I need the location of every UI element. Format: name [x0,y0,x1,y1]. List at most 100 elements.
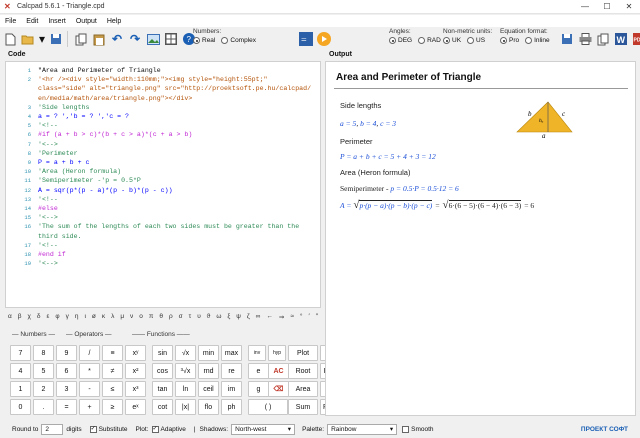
code-line[interactable]: 10 'Area (Heron formula) [6,167,320,176]
round-digits-input[interactable]: 2 [41,423,64,435]
pro-radio[interactable] [500,37,507,44]
symbol-key[interactable]: φ [55,313,59,323]
keypad-key[interactable]: ⌫ [268,381,289,397]
shadows-dropdown[interactable]: North-west ▾ [231,423,296,435]
symbol-key[interactable]: κ [102,313,105,323]
save-output-icon[interactable] [559,31,575,47]
symbol-key[interactable]: ο [139,313,143,323]
symbol-key[interactable]: ρ [169,313,173,323]
keypad-key[interactable]: Plot [288,345,318,361]
adaptive-checkbox[interactable] [151,425,159,433]
keypad-key[interactable]: |x| [175,399,196,415]
symbol-key[interactable]: σ [179,313,183,323]
close-button[interactable]: ✕ [618,2,640,11]
symbol-key[interactable]: ≈ [290,313,294,323]
keypad-key[interactable]: ln [175,381,196,397]
keypad-key[interactable]: 5 [33,363,54,379]
symbol-key[interactable]: ← [266,313,273,323]
code-line[interactable]: 12 A = sqr(p*(p - a)*(p - b)*(p - c)) [6,186,320,195]
keypad-key[interactable]: √x [175,345,196,361]
keypad-key[interactable]: Area [288,381,318,397]
keypad-key[interactable]: min [198,345,219,361]
symbol-key[interactable]: χ [27,313,30,323]
code-line[interactable]: third side. [6,232,320,241]
code-line[interactable]: class="side" alt="triangle.png" src="htt… [6,84,320,93]
keypad-key[interactable]: x² [125,363,146,379]
symbol-key[interactable]: ε [47,313,50,323]
code-line[interactable]: 1 "Area and Perimeter of Triangle [6,66,320,75]
keypad-key[interactable]: rnd [198,363,219,379]
symbol-key[interactable]: ω [216,313,221,323]
rad-radio[interactable] [418,37,426,44]
keypad-key[interactable]: inv [248,345,266,361]
minimize-button[interactable]: — [574,2,596,11]
maximize-button[interactable]: ☐ [596,2,618,11]
code-line[interactable]: 3 'Side lengths [6,103,320,112]
symbol-key[interactable]: ξ [227,313,230,323]
save-icon[interactable] [48,31,64,47]
pdf-export-icon[interactable]: PDF [631,31,640,47]
menu-file[interactable]: File [0,18,21,25]
code-line[interactable]: 8 'Perimeter [6,149,320,158]
menu-output[interactable]: Output [71,18,102,25]
keypad-key[interactable]: ≡ [102,345,123,361]
code-line[interactable]: 5 '<!-- [6,121,320,130]
keypad-key[interactable]: 0 [10,399,31,415]
calculate-icon[interactable]: = [298,31,314,47]
keypad-key[interactable]: ceil [198,381,219,397]
real-radio[interactable] [193,37,200,44]
deg-radio[interactable] [389,37,396,44]
symbol-key[interactable]: α [8,313,12,323]
keypad-key[interactable]: cot [152,399,173,415]
keypad-key[interactable]: cos [152,363,173,379]
word-export-icon[interactable]: W [613,31,629,47]
code-line[interactable]: 11 'Semiperimeter -'p = 0.5*P [6,176,320,185]
insert-image-icon[interactable] [145,31,161,47]
symbol-key[interactable]: π [149,313,154,323]
new-file-icon[interactable] [2,31,18,47]
keypad-key[interactable]: / [79,345,100,361]
keypad-key[interactable]: ( ) [248,399,288,415]
keypad-key[interactable]: ≥ [102,399,123,415]
keypad-key[interactable]: ≤ [102,381,123,397]
keypad-key[interactable]: max [221,345,242,361]
keypad-key[interactable]: xʸ [125,345,146,361]
keypad-key[interactable]: 8 [33,345,54,361]
keypad-key[interactable]: re [221,363,242,379]
palette-dropdown[interactable]: Rainbow ▾ [327,423,398,435]
keypad-key[interactable]: 7 [10,345,31,361]
symbol-key[interactable]: θ [159,313,163,323]
code-line[interactable]: 7 '<--> [6,140,320,149]
uk-radio[interactable] [443,37,450,44]
menu-help[interactable]: Help [102,18,126,25]
symbol-key[interactable]: ϑ [207,313,211,323]
symbol-key[interactable]: δ [37,313,41,323]
menu-insert[interactable]: Insert [43,18,71,25]
code-line[interactable]: 13 '<!-- [6,195,320,204]
keypad-key[interactable]: g [248,381,269,397]
keypad-key[interactable]: tan [152,381,173,397]
symbol-key[interactable]: ″ [316,313,318,323]
keypad-key[interactable]: hyp [268,345,286,361]
keypad-key[interactable]: eˣ [125,399,146,415]
inline-radio[interactable] [525,37,533,44]
symbol-key[interactable]: ζ [247,313,250,323]
keypad-key[interactable]: ≠ [102,363,123,379]
run-play-icon[interactable] [316,31,332,47]
code-line[interactable]: 14 #else [6,204,320,213]
keypad-toggle-icon[interactable] [163,31,179,47]
symbol-key[interactable]: ν [130,313,133,323]
code-line[interactable]: 19 '<--> [6,259,320,268]
keypad-key[interactable]: sin [152,345,173,361]
code-line[interactable]: 18 #end if [6,250,320,259]
symbol-key[interactable]: μ [120,313,124,323]
code-line[interactable]: 9 P = a + b + c [6,158,320,167]
symbol-key[interactable]: λ [111,313,114,323]
symbol-key[interactable]: ø [92,313,96,323]
code-line[interactable]: 2 '<hr /><div style="width:110mm;"><img s… [6,75,320,84]
symbol-key[interactable]: ι [84,313,85,323]
code-line[interactable]: 4 a = ? ','b = ? ','c = ? [6,112,320,121]
symbol-key[interactable]: ′ [308,313,309,323]
symbol-key[interactable]: β [18,313,22,323]
keypad-key[interactable]: ph [221,399,242,415]
